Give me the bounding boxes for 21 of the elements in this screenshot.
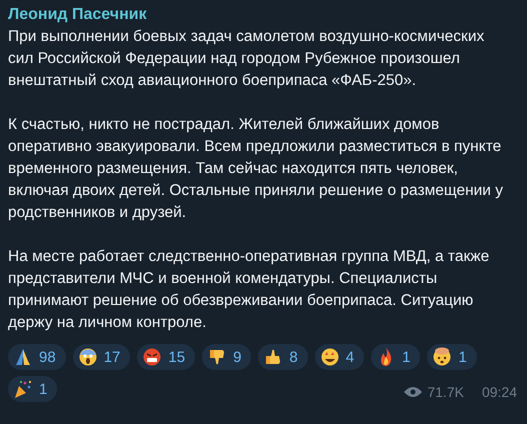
reaction-button[interactable]: 8 (258, 344, 308, 370)
screaming-face-icon (78, 347, 98, 367)
reaction-button[interactable]: 1 (427, 344, 477, 370)
reaction-button[interactable]: 1 (8, 376, 58, 402)
reaction-button[interactable]: 17 (72, 344, 130, 370)
party-popper-icon (13, 379, 33, 399)
reaction-button[interactable]: 9 (202, 344, 252, 370)
reaction-button[interactable]: 1 (371, 344, 420, 370)
author-name: Леонид Пасечник (8, 5, 148, 25)
message-paragraph: При выполнении боевых задач самолетом воздушно-космических сил Российской Федерации над городом Рубежное произошел внештатный сход авиационного боеприпаса «ФАБ-250». (8, 27, 486, 91)
message-paragraph: На месте работает следственно-оперативная группа МВД, а также представители МЧС и военной комендатуры. Специалисты принимают решение об обезвреживании боеприпаса. Ситуацию держу на личном контроле. (8, 247, 490, 333)
exploding-head-icon (432, 347, 452, 367)
message-time: 09:24 (482, 384, 517, 400)
eye-icon (404, 386, 422, 398)
angry-face-icon (142, 347, 162, 367)
message-paragraph: К счастью, никто не пострадал. Жителей ближайших домов оперативно эвакуировали. Всем предложили разместиться в пункте временного размещения. Там сейчас находится пять человек, включая двоих детей. Остальные приняли решение о размещении у родственников и друзей. (8, 115, 504, 223)
reaction-button[interactable]: 4 (314, 344, 364, 370)
star-eyes-face-icon (320, 347, 340, 367)
reaction-button[interactable]: 15 (137, 344, 196, 370)
view-count: 71.7K (427, 384, 464, 400)
reaction-button[interactable]: 98 (8, 344, 66, 370)
